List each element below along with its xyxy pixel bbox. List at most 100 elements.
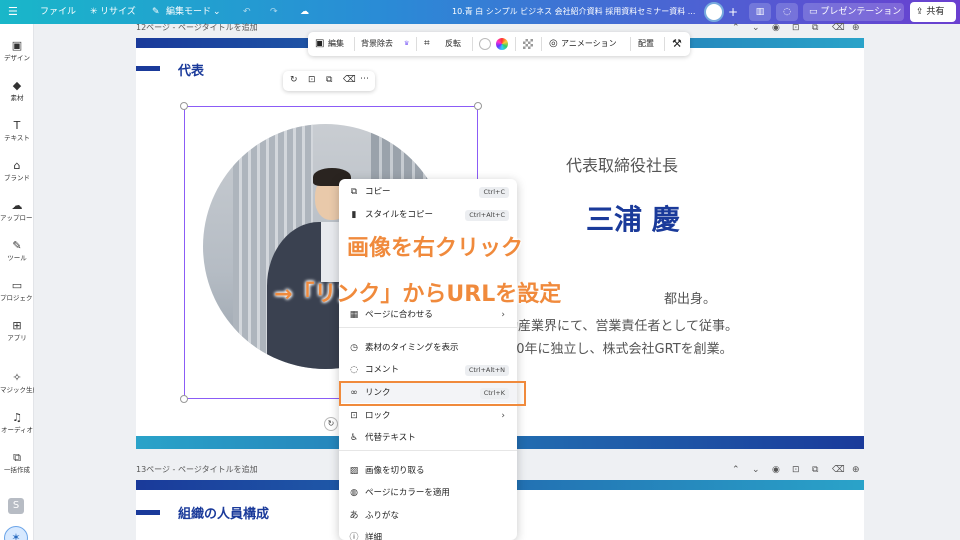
page-12-title[interactable]: 12ページ - ページタイトルを追加 (136, 23, 258, 32)
chevron-down-icon[interactable]: ⌄ (752, 462, 760, 478)
file-menu[interactable]: ファイル (40, 0, 76, 24)
sidebar-item-label: ブランド (4, 174, 30, 182)
section-title[interactable]: 代表 (178, 60, 204, 79)
arrange-button[interactable]: 配置 (638, 32, 654, 56)
present-button[interactable]: ▭ プレゼンテーション (803, 3, 904, 21)
resize-icon: ✳ (90, 7, 98, 17)
rotate-icon[interactable]: ↻ (290, 75, 298, 85)
section-title[interactable]: 組織の人員構成 (178, 503, 269, 522)
sidebar-item[interactable]: ⌂ ブランド (0, 156, 34, 192)
duplicate-icon[interactable]: ⧉ (812, 462, 818, 478)
menu-item[interactable]: ⓘ 詳細 (339, 528, 517, 540)
edit-button[interactable]: 編集 (328, 32, 344, 56)
sidebar-item[interactable]: ▣ デザイン (0, 36, 34, 72)
divider (630, 37, 631, 51)
eye-icon[interactable]: ◉ (772, 20, 780, 36)
menu-shortcut: Ctrl+C (479, 187, 509, 198)
menu-item[interactable]: ◷ 素材のタイミングを表示 (339, 338, 517, 358)
menu-item[interactable]: ♿ 代替テキスト (339, 428, 517, 448)
resize-handle[interactable] (180, 395, 188, 403)
sidebar-item[interactable]: ⧉ 一括作成 (0, 448, 34, 484)
add-page-icon[interactable]: ⊕ (852, 20, 860, 36)
duplicate-icon[interactable]: ⧉ (812, 20, 818, 36)
chevron-up-icon[interactable]: ⌃ (732, 20, 740, 36)
menu-item[interactable]: ▨ 画像を切り取る (339, 461, 517, 481)
menu-shortcut: Ctrl+Alt+N (464, 365, 509, 376)
rotate-icon[interactable]: ↻ (324, 417, 338, 431)
avatar[interactable] (704, 2, 724, 22)
sidebar-item[interactable]: T テキスト (0, 116, 34, 152)
person-name[interactable]: 三浦 慶 (586, 198, 680, 238)
comment-icon[interactable]: ◌ (776, 3, 798, 21)
bio-line-3[interactable]: 30年に独立し、株式会社GRTを創業。 (508, 338, 733, 357)
eye-icon[interactable]: ◉ (772, 462, 780, 478)
paint-roller-icon[interactable]: ⚒ (672, 32, 682, 56)
sidebar-item[interactable]: ✧ マジック生成 (0, 368, 34, 404)
menu-item[interactable]: ◌ コメント Ctrl+Alt+N (339, 360, 517, 380)
accessibility-icon: ♿ (349, 433, 359, 443)
menu-item-label: コピー (365, 187, 391, 197)
analytics-icon[interactable]: ▥ (749, 3, 771, 21)
chevron-down-icon[interactable]: ⌄ (752, 20, 760, 36)
more-icon[interactable]: ⋯ (360, 74, 369, 84)
palette-icon: ◍ (350, 488, 358, 498)
menu-item[interactable]: ◍ ページにカラーを適用 (339, 483, 517, 503)
menu-item-label: コメント (365, 365, 400, 375)
sidebar-item-label: プロジェクト (0, 294, 34, 302)
trash-icon[interactable]: ⌫ (832, 20, 845, 36)
menu-item-label: ふりがな (365, 511, 400, 521)
bio-line-1[interactable]: 都出身。 (664, 288, 716, 307)
menu-divider (339, 450, 517, 451)
trash-icon[interactable]: ⌫ (343, 75, 356, 85)
sidebar-item-label: テキスト (4, 134, 30, 142)
flip-button[interactable]: 反転 (445, 32, 461, 56)
color-wheel-icon[interactable] (496, 38, 508, 50)
menu-shortcut: Ctrl+Alt+C (465, 210, 509, 221)
menu-item[interactable]: ▮ スタイルをコピー Ctrl+Alt+C (339, 205, 517, 225)
sidebar-item[interactable]: ♫ オーディオ (0, 408, 34, 444)
s-app-icon[interactable]: S (8, 498, 24, 514)
share-button[interactable]: ⇪ 共有 (910, 2, 956, 22)
sidebar-item[interactable]: ☁ アップロード (0, 196, 34, 232)
crown-icon: ♛ (404, 40, 410, 47)
lock-icon[interactable]: ⊡ (792, 462, 800, 478)
border-color-icon[interactable] (479, 38, 491, 50)
resize-button[interactable]: リサイズ (100, 0, 136, 24)
paint-roller-icon: ▮ (351, 210, 357, 220)
divider (472, 37, 473, 51)
magic-icon: ✧ (12, 371, 22, 384)
menu-item[interactable]: あふりがな (339, 506, 517, 526)
sidebar-item[interactable]: ⊞ アプリ (0, 316, 34, 352)
resize-handle[interactable] (180, 102, 188, 110)
annotation-line-1: 画像を右クリック (347, 236, 524, 261)
duplicate-icon[interactable]: ⧉ (326, 75, 332, 85)
trash-icon[interactable]: ⌫ (832, 462, 845, 478)
share-icon: ⇪ (916, 7, 927, 17)
sidebar-item[interactable]: ✎ ツール (0, 236, 34, 272)
transparency-icon[interactable] (523, 39, 533, 49)
menu-item[interactable]: ⊡ ロック › (339, 406, 517, 426)
menu-icon[interactable]: ☰ (8, 0, 18, 24)
sidebar-item[interactable]: ▭ プロジェクト (0, 276, 34, 312)
bg-remove-button[interactable]: 背景除去 (361, 32, 393, 56)
lock-icon[interactable]: ⊡ (308, 75, 316, 85)
crop-icon[interactable]: ⌗ (424, 32, 430, 56)
upload-icon: ☁ (11, 199, 23, 212)
position-title[interactable]: 代表取締役社長 (566, 152, 678, 176)
animation-icon: ◎ (549, 38, 558, 49)
bio-line-2[interactable]: 動産業界にて、営業責任者として従事。 (505, 315, 738, 334)
resize-handle[interactable] (474, 102, 482, 110)
menu-item[interactable]: ▦ ページに合わせる › (339, 305, 517, 325)
lock-icon[interactable]: ⊡ (792, 20, 800, 36)
add-page-icon[interactable]: ⊕ (852, 462, 860, 478)
menu-item[interactable]: ⧉ コピー Ctrl+C (339, 182, 517, 202)
text-icon: T (13, 119, 21, 132)
animation-button[interactable]: アニメーション (561, 32, 617, 56)
page-13-title[interactable]: 13ページ - ページタイトルを追加 (136, 465, 258, 474)
music-icon: ♫ (12, 411, 22, 424)
divider (515, 37, 516, 51)
chevron-up-icon[interactable]: ⌃ (732, 462, 740, 478)
sidebar-item[interactable]: ◆ 素材 (0, 76, 34, 112)
bulk-create-icon: ⧉ (13, 451, 21, 464)
divider (354, 37, 355, 51)
